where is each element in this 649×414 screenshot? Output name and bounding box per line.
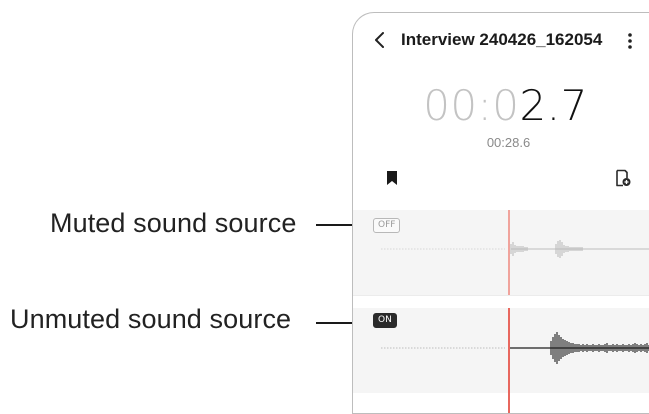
total-duration: 00:28.6 — [486, 135, 531, 150]
mute-toggle-on[interactable]: ON — [373, 313, 397, 328]
track-divider — [353, 295, 649, 296]
add-bookmark-icon[interactable] — [615, 169, 631, 187]
chevron-left-icon[interactable] — [373, 31, 387, 49]
elapsed-time: 00:02.7 — [353, 81, 649, 130]
playhead-muted — [508, 210, 510, 295]
playhead[interactable] — [508, 308, 510, 413]
elapsed-time-dim: 00:0 — [423, 81, 520, 130]
unmuted-callout-label: Unmuted sound source — [10, 304, 292, 334]
more-options-icon[interactable] — [624, 31, 636, 51]
mute-toggle-off[interactable]: OFF — [373, 218, 401, 233]
voice-recorder-screen: Interview 240426_162054 00:02.7 00:28.6 — [352, 12, 649, 414]
app-header: Interview 240426_162054 — [353, 13, 649, 65]
elapsed-time-lit: 2.7 — [519, 81, 588, 130]
recording-title: Interview 240426_162054 — [401, 30, 603, 49]
waveform-unmuted — [381, 332, 649, 364]
bookmark-icon[interactable] — [386, 170, 398, 186]
sound-source-track-muted[interactable]: OFF — [353, 210, 649, 295]
sound-source-track-unmuted[interactable]: ON — [353, 308, 649, 393]
muted-callout-label: Muted sound source — [50, 208, 297, 238]
